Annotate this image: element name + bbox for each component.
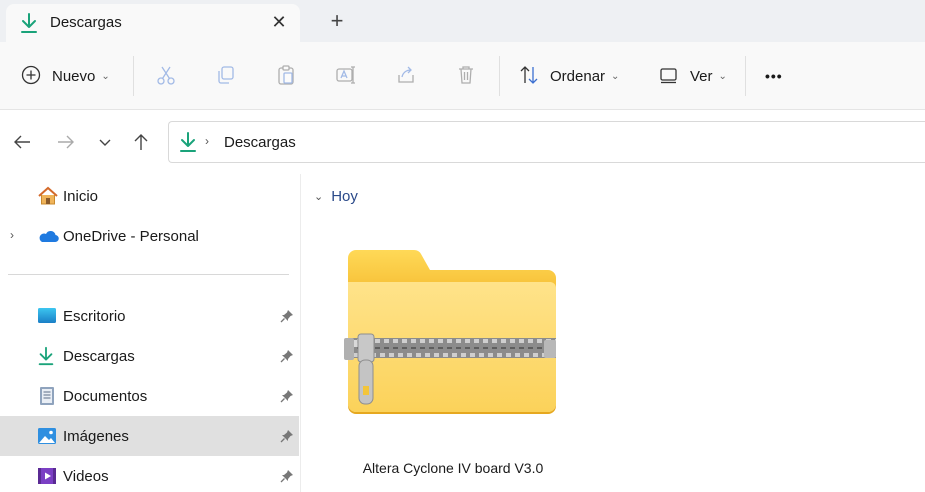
arrow-right-icon xyxy=(58,135,74,149)
arrow-up-icon xyxy=(134,134,148,150)
sidebar-item-escritorio[interactable]: Escritorio xyxy=(0,296,299,336)
tab-strip: Descargas ✕ + xyxy=(0,0,925,42)
new-button[interactable]: Nuevo ⌄ xyxy=(20,64,110,88)
download-icon xyxy=(37,346,57,366)
sidebar-item-videos[interactable]: Videos xyxy=(0,456,299,492)
pin-icon xyxy=(280,429,294,443)
back-button[interactable] xyxy=(10,130,34,154)
breadcrumb-separator[interactable]: › xyxy=(205,134,209,148)
sidebar-item-documentos[interactable]: Documentos xyxy=(0,376,299,416)
up-button[interactable] xyxy=(129,130,153,154)
new-label: Nuevo xyxy=(52,67,96,85)
trash-icon xyxy=(455,64,477,89)
rename-icon xyxy=(335,64,357,89)
sort-label: Ordenar xyxy=(550,67,606,85)
cut-button[interactable] xyxy=(155,64,177,88)
copy-icon xyxy=(215,64,237,89)
file-name: Altera Cyclone IV board V3.0 xyxy=(362,460,544,476)
sort-button[interactable]: Ordenar ⌄ xyxy=(518,64,619,88)
sidebar-item-imagenes[interactable]: Imágenes xyxy=(0,416,299,456)
scissors-icon xyxy=(155,64,177,89)
address-bar[interactable]: › Descargas xyxy=(168,121,925,163)
address-row: › Descargas xyxy=(0,110,925,174)
copy-button[interactable] xyxy=(215,64,237,88)
sort-arrows-icon xyxy=(518,64,540,89)
expand-chevron-icon[interactable]: › xyxy=(10,228,14,242)
download-icon xyxy=(20,12,38,37)
zip-folder-icon xyxy=(344,246,558,421)
rename-button[interactable] xyxy=(335,64,357,88)
share-button[interactable] xyxy=(395,64,417,88)
view-layout-icon xyxy=(658,64,680,89)
forward-button[interactable] xyxy=(54,130,78,154)
sidebar-divider xyxy=(8,274,289,275)
delete-button[interactable] xyxy=(455,64,477,88)
file-list: ⌄ Hoy Altera Cyclone IV board V3.0 xyxy=(302,174,925,492)
navigation-pane: Inicio › OneDrive - Personal Escritorio … xyxy=(0,174,301,492)
sidebar-item-inicio[interactable]: Inicio xyxy=(0,176,299,216)
chevron-down-icon: ⌄ xyxy=(611,70,620,82)
pin-icon xyxy=(280,389,294,403)
chevron-down-icon: ⌄ xyxy=(718,70,727,82)
toolbar-divider xyxy=(133,56,134,96)
clipboard-icon xyxy=(275,64,297,89)
toolbar-divider xyxy=(499,56,500,96)
chevron-down-icon: ⌄ xyxy=(101,70,110,82)
recent-locations-button[interactable] xyxy=(93,130,117,154)
close-tab-button[interactable]: ✕ xyxy=(268,11,290,33)
chevron-down-icon xyxy=(99,139,111,146)
pin-icon xyxy=(280,469,294,483)
pin-icon xyxy=(280,349,294,363)
command-bar: Nuevo ⌄ Ordenar ⌄ Ver ⌄ ••• xyxy=(0,42,925,110)
plus-circle-icon xyxy=(20,64,42,89)
toolbar-divider xyxy=(745,56,746,96)
sidebar-item-label: OneDrive - Personal xyxy=(63,228,199,245)
view-button[interactable]: Ver ⌄ xyxy=(658,64,727,88)
sidebar-item-label: Videos xyxy=(63,468,109,485)
pin-icon xyxy=(280,309,294,323)
paste-button[interactable] xyxy=(275,64,297,88)
sidebar-item-label: Escritorio xyxy=(63,308,126,325)
share-icon xyxy=(395,64,417,89)
documents-icon xyxy=(37,386,57,406)
pictures-icon xyxy=(37,426,57,446)
chevron-down-icon: ⌄ xyxy=(314,191,324,203)
group-header-hoy[interactable]: ⌄ Hoy xyxy=(314,188,358,205)
file-item[interactable]: Altera Cyclone IV board V3.0 xyxy=(342,240,564,484)
home-icon xyxy=(37,186,58,206)
onedrive-cloud-icon xyxy=(37,226,59,246)
arrow-left-icon xyxy=(14,135,30,149)
view-label: Ver xyxy=(690,67,713,85)
sidebar-item-onedrive[interactable]: › OneDrive - Personal xyxy=(0,216,299,256)
download-icon xyxy=(179,131,197,156)
sidebar-item-label: Documentos xyxy=(63,388,148,405)
desktop-icon xyxy=(37,306,57,326)
group-label: Hoy xyxy=(331,188,358,205)
tab-descargas[interactable]: Descargas ✕ xyxy=(6,4,300,42)
new-tab-button[interactable]: + xyxy=(325,9,349,33)
videos-icon xyxy=(37,466,57,486)
more-options-button[interactable]: ••• xyxy=(765,64,783,88)
sidebar-item-label: Descargas xyxy=(63,348,135,365)
breadcrumb-descargas[interactable]: Descargas xyxy=(224,134,296,151)
sidebar-item-descargas[interactable]: Descargas xyxy=(0,336,299,376)
sidebar-item-label: Imágenes xyxy=(63,428,129,445)
sidebar-item-label: Inicio xyxy=(63,188,99,205)
tab-title: Descargas xyxy=(50,14,122,31)
